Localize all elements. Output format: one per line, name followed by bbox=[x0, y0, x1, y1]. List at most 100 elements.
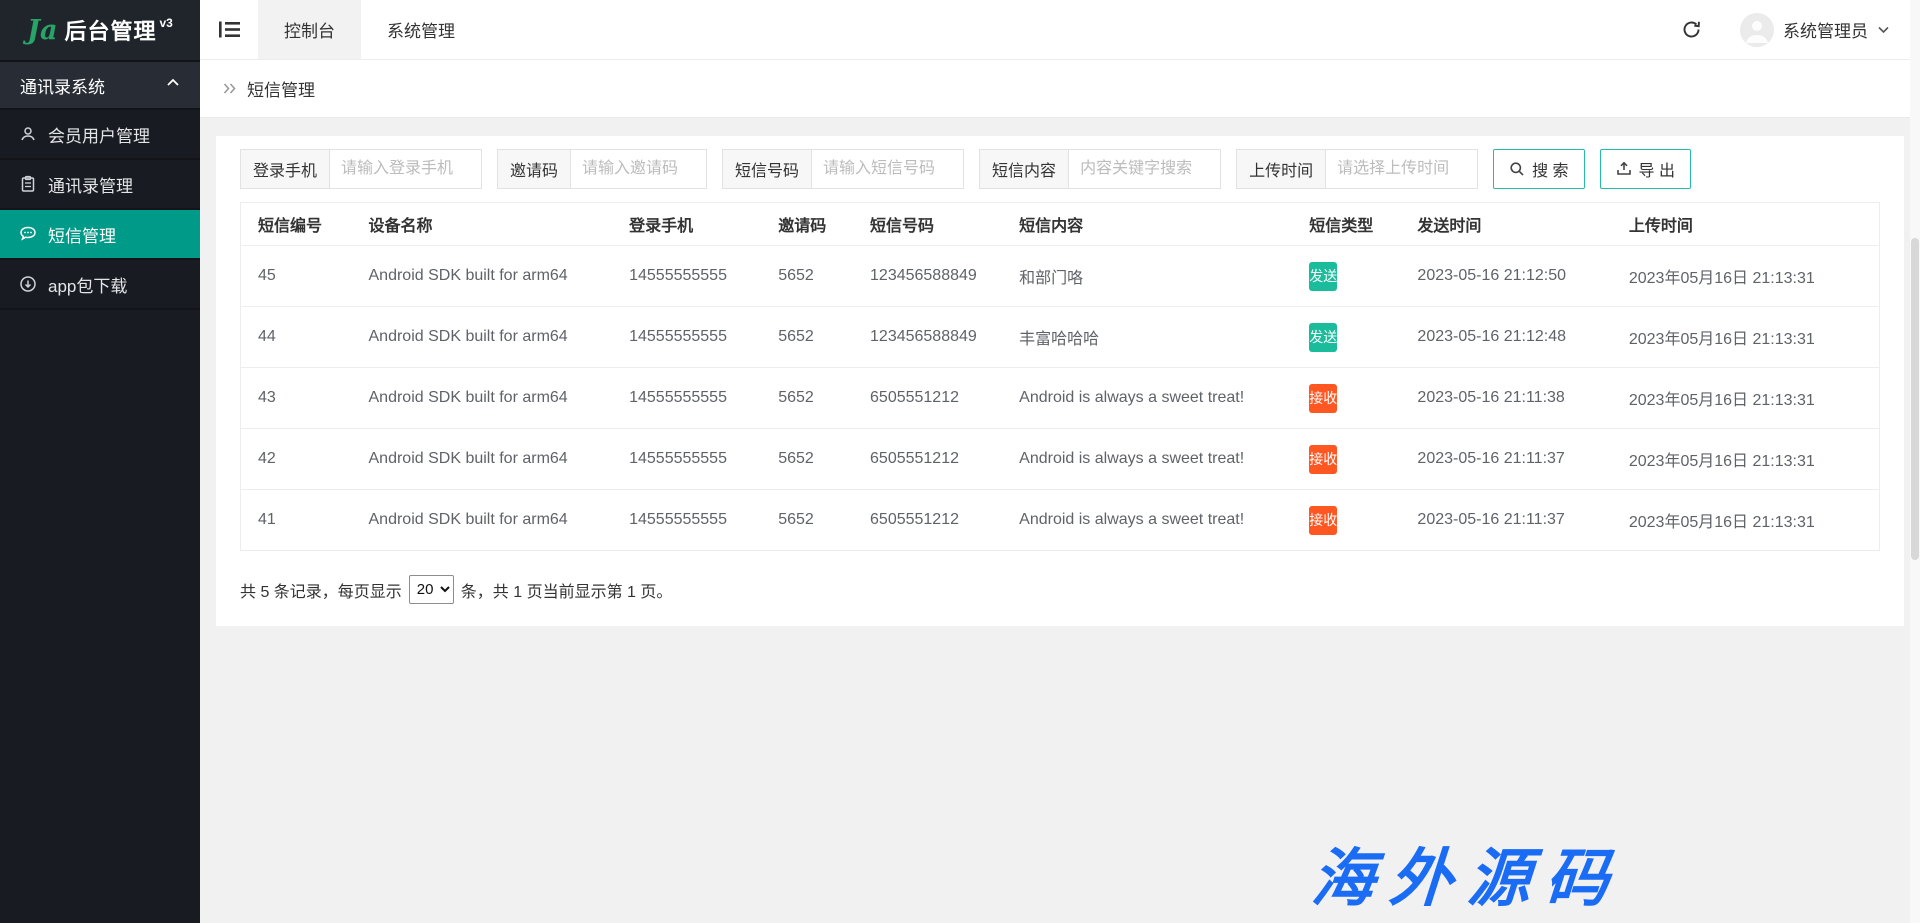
sms-panel: 登录手机 邀请码 短信号码 短信内容 bbox=[216, 136, 1904, 626]
cell-invite-code: 5652 bbox=[768, 246, 860, 307]
app-version: v3 bbox=[159, 16, 172, 30]
cell-upload-time: 2023年05月16日 21:13:31 bbox=[1619, 490, 1880, 551]
sms-table: 短信编号 设备名称 登录手机 邀请码 短信号码 短信内容 短信类型 发送时间 上… bbox=[240, 202, 1880, 551]
login-phone-input[interactable] bbox=[330, 149, 482, 189]
table-body: 45 Android SDK built for arm64 145555555… bbox=[241, 246, 1880, 551]
refresh-icon[interactable] bbox=[1681, 19, 1702, 40]
col-sms-id: 短信编号 bbox=[241, 203, 359, 246]
cell-sms-content: 丰富哈哈哈 bbox=[1009, 307, 1299, 368]
col-send-time: 发送时间 bbox=[1407, 203, 1618, 246]
cell-sms-id: 44 bbox=[241, 307, 359, 368]
sidebar-section-contacts-system[interactable]: 通讯录系统 bbox=[0, 60, 200, 110]
sms-type-badge: 接收 bbox=[1309, 384, 1337, 413]
sidebar-item-label: 短信管理 bbox=[48, 222, 116, 247]
scrollbar-thumb[interactable] bbox=[1911, 238, 1919, 560]
tab-label: 控制台 bbox=[284, 17, 335, 42]
table-row: 42 Android SDK built for arm64 145555555… bbox=[241, 429, 1880, 490]
page-size-select[interactable]: 20 bbox=[409, 575, 454, 604]
sms-type-badge: 发送 bbox=[1309, 323, 1337, 352]
sms-type-badge: 接收 bbox=[1309, 506, 1337, 535]
tab-system-management[interactable]: 系统管理 bbox=[361, 0, 481, 59]
cell-upload-time: 2023年05月16日 21:13:31 bbox=[1619, 307, 1880, 368]
cell-sms-number: 6505551212 bbox=[860, 490, 1009, 551]
col-invite-code: 邀请码 bbox=[768, 203, 860, 246]
export-button-label: 导 出 bbox=[1639, 157, 1675, 181]
table-row: 43 Android SDK built for arm64 145555555… bbox=[241, 368, 1880, 429]
sidebar-item-member-users[interactable]: 会员用户管理 bbox=[0, 110, 200, 160]
tab-console[interactable]: 控制台 bbox=[258, 0, 361, 59]
cell-sms-id: 43 bbox=[241, 368, 359, 429]
cell-sms-id: 41 bbox=[241, 490, 359, 551]
chevron-up-icon bbox=[166, 75, 180, 95]
filter-label: 上传时间 bbox=[1236, 149, 1326, 189]
sms-type-badge: 接收 bbox=[1309, 445, 1337, 474]
cell-sms-id: 45 bbox=[241, 246, 359, 307]
cell-device-name: Android SDK built for arm64 bbox=[359, 368, 620, 429]
cell-sms-number: 6505551212 bbox=[860, 429, 1009, 490]
filter-sms-number: 短信号码 bbox=[722, 149, 964, 189]
sidebar-item-label: 通讯录管理 bbox=[48, 172, 133, 197]
content-area: 登录手机 邀请码 短信号码 短信内容 bbox=[200, 118, 1920, 923]
upload-time-input[interactable] bbox=[1326, 149, 1478, 189]
cell-sms-type: 接收 bbox=[1299, 429, 1407, 490]
cell-login-phone: 14555555555 bbox=[619, 429, 768, 490]
col-upload-time: 上传时间 bbox=[1619, 203, 1880, 246]
filter-bar: 登录手机 邀请码 短信号码 短信内容 bbox=[240, 149, 1880, 189]
user-menu[interactable]: 系统管理员 bbox=[1740, 13, 1890, 47]
top-navbar: 控制台 系统管理 系统管理员 bbox=[200, 0, 1920, 60]
cell-upload-time: 2023年05月16日 21:13:31 bbox=[1619, 429, 1880, 490]
cell-send-time: 2023-05-16 21:11:37 bbox=[1407, 490, 1618, 551]
scrollbar-track[interactable] bbox=[1910, 0, 1920, 923]
col-sms-content: 短信内容 bbox=[1009, 203, 1299, 246]
breadcrumb-current: 短信管理 bbox=[247, 76, 315, 101]
filter-upload-time: 上传时间 bbox=[1236, 149, 1478, 189]
cell-device-name: Android SDK built for arm64 bbox=[359, 490, 620, 551]
cell-sms-content: 和部门咯 bbox=[1009, 246, 1299, 307]
pagination-prefix: 共 5 条记录，每页显示 bbox=[240, 578, 402, 602]
filter-label: 短信号码 bbox=[722, 149, 812, 189]
collapse-sidebar-icon[interactable] bbox=[200, 0, 258, 59]
sidebar: Ja 后台管理 v3 通讯录系统 会员用户管理 通讯录管理 bbox=[0, 0, 200, 923]
logo-script-icon: Ja bbox=[27, 15, 57, 46]
sms-content-input[interactable] bbox=[1069, 149, 1221, 189]
pagination: 共 5 条记录，每页显示 20 条，共 1 页当前显示第 1 页。 bbox=[240, 575, 1880, 604]
sidebar-item-app-download[interactable]: app包下载 bbox=[0, 260, 200, 310]
table-row: 45 Android SDK built for arm64 145555555… bbox=[241, 246, 1880, 307]
cell-sms-id: 42 bbox=[241, 429, 359, 490]
sms-type-badge: 发送 bbox=[1309, 262, 1337, 291]
cell-sms-type: 发送 bbox=[1299, 246, 1407, 307]
cell-login-phone: 14555555555 bbox=[619, 490, 768, 551]
cell-login-phone: 14555555555 bbox=[619, 246, 768, 307]
search-button-label: 搜 索 bbox=[1532, 157, 1568, 181]
cell-sms-number: 123456588849 bbox=[860, 246, 1009, 307]
app-title: 后台管理 bbox=[64, 14, 156, 46]
sms-chat-icon bbox=[19, 225, 37, 243]
export-icon bbox=[1616, 161, 1632, 177]
cell-device-name: Android SDK built for arm64 bbox=[359, 246, 620, 307]
sms-number-input[interactable] bbox=[812, 149, 964, 189]
search-button[interactable]: 搜 索 bbox=[1493, 149, 1584, 189]
sidebar-item-sms[interactable]: 短信管理 bbox=[0, 210, 200, 260]
filter-label: 邀请码 bbox=[497, 149, 571, 189]
cell-sms-type: 接收 bbox=[1299, 368, 1407, 429]
table-row: 41 Android SDK built for arm64 145555555… bbox=[241, 490, 1880, 551]
cell-device-name: Android SDK built for arm64 bbox=[359, 429, 620, 490]
cell-invite-code: 5652 bbox=[768, 429, 860, 490]
cell-sms-content: Android is always a sweet treat! bbox=[1009, 429, 1299, 490]
app-logo: Ja 后台管理 v3 bbox=[0, 0, 200, 60]
export-button[interactable]: 导 出 bbox=[1600, 149, 1691, 189]
cell-sms-number: 6505551212 bbox=[860, 368, 1009, 429]
col-sms-type: 短信类型 bbox=[1299, 203, 1407, 246]
cell-sms-type: 发送 bbox=[1299, 307, 1407, 368]
sidebar-item-contacts[interactable]: 通讯录管理 bbox=[0, 160, 200, 210]
invite-code-input[interactable] bbox=[571, 149, 707, 189]
chevron-down-icon bbox=[1877, 23, 1890, 36]
cell-upload-time: 2023年05月16日 21:13:31 bbox=[1619, 368, 1880, 429]
filter-sms-content: 短信内容 bbox=[979, 149, 1221, 189]
cell-send-time: 2023-05-16 21:11:38 bbox=[1407, 368, 1618, 429]
col-device-name: 设备名称 bbox=[359, 203, 620, 246]
cell-sms-number: 123456588849 bbox=[860, 307, 1009, 368]
cell-login-phone: 14555555555 bbox=[619, 307, 768, 368]
cell-device-name: Android SDK built for arm64 bbox=[359, 307, 620, 368]
cell-send-time: 2023-05-16 21:11:37 bbox=[1407, 429, 1618, 490]
